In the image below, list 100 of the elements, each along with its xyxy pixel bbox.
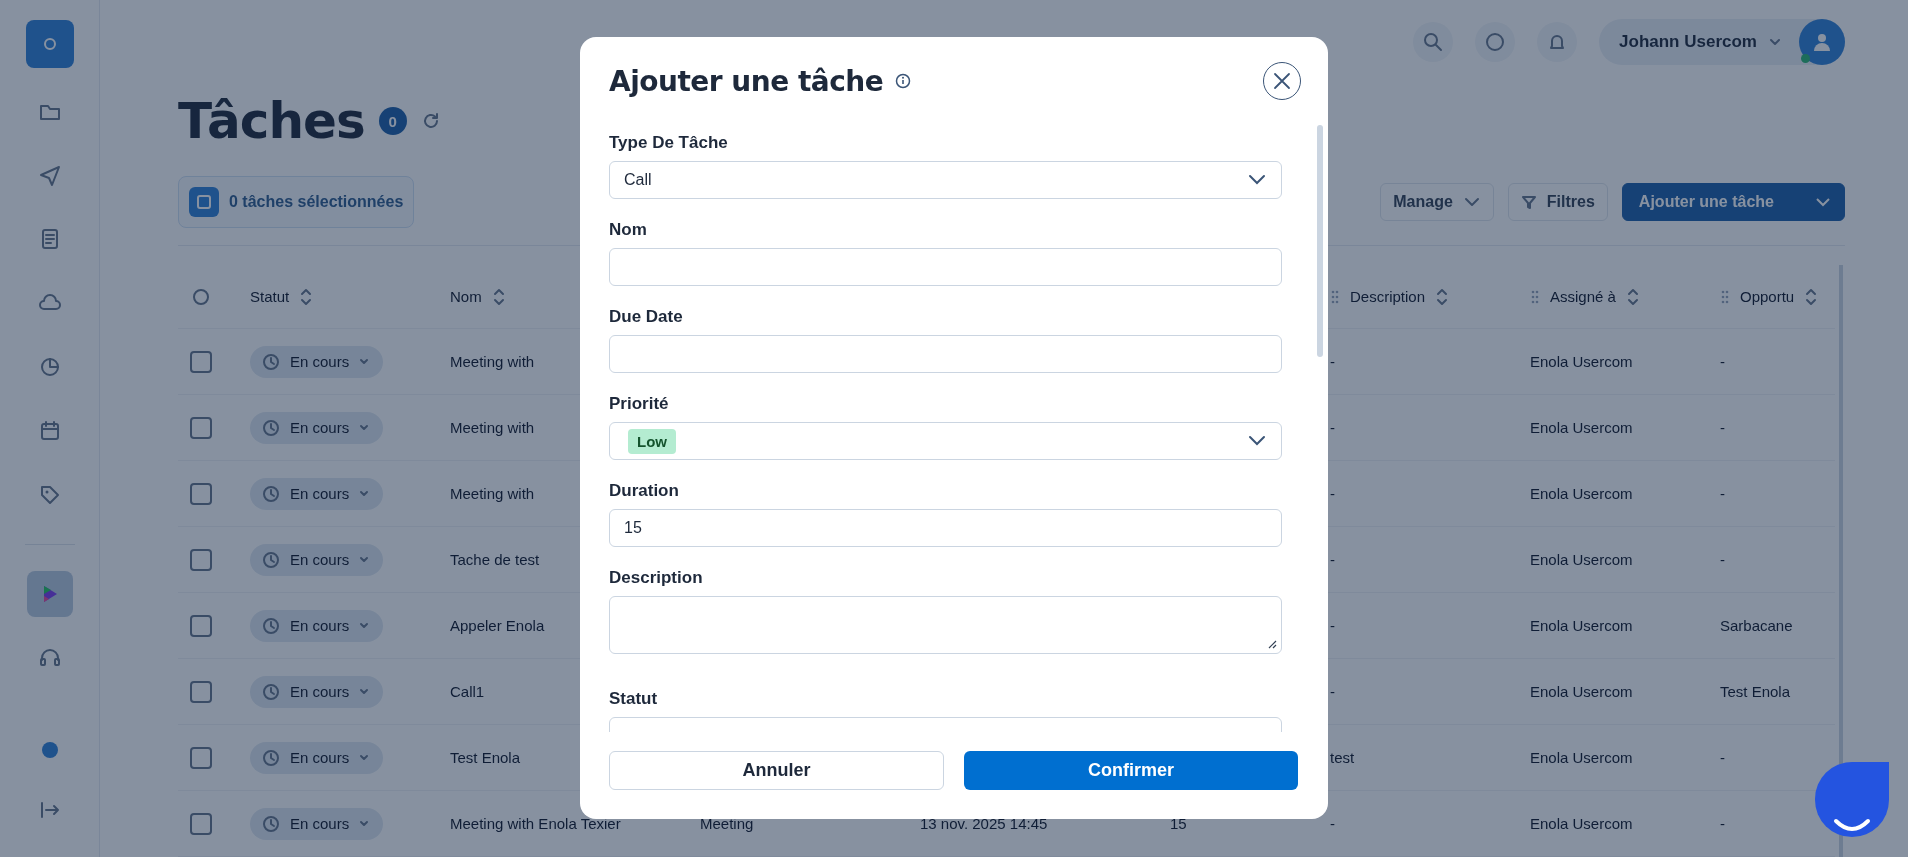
input-field[interactable] (609, 335, 1282, 373)
selection-button[interactable]: 0 tâches sélectionnées (178, 175, 415, 228)
table-cell: Enola Usercom (1530, 815, 1633, 832)
field-label: Type De Tâche (609, 133, 729, 153)
status-dropdown[interactable]: En cours (250, 609, 384, 642)
table-cell: Test Enola (1720, 683, 1791, 700)
select-all-icon (192, 287, 210, 306)
table-cell: - (1330, 683, 1335, 700)
table-cell: Appeler Enola (450, 617, 545, 634)
filter-icon (1520, 193, 1537, 210)
table-cell: Meeting with (450, 485, 535, 502)
close-icon (1273, 72, 1291, 90)
row-checkbox[interactable] (190, 614, 212, 637)
column-header: Opportu (1740, 288, 1795, 305)
row-checkbox[interactable] (190, 416, 212, 439)
status-dropdown[interactable]: En cours (250, 675, 384, 708)
clock-icon (262, 418, 280, 437)
table-cell: Meeting with (450, 419, 535, 436)
clock-icon (262, 748, 280, 767)
caret-icon (359, 818, 370, 829)
table-cell: - (1720, 815, 1725, 832)
caret-icon (359, 356, 370, 367)
table-cell: - (1330, 815, 1335, 832)
table-cell: Meeting (700, 815, 754, 832)
table-cell: Enola Usercom (1530, 683, 1633, 700)
field-label: Due Date (609, 307, 684, 327)
add-task-button[interactable]: Ajouter une tâche (1621, 182, 1845, 221)
table-cell: - (1330, 485, 1335, 502)
table-cell: - (1330, 617, 1335, 634)
field-label: Statut (609, 689, 659, 709)
status-dropdown[interactable]: En cours (250, 741, 384, 774)
table-cell: Enola Usercom (1530, 749, 1633, 766)
cancel-button[interactable]: Annuler (609, 751, 944, 790)
page-title: Tâches (178, 92, 365, 151)
field-label: Priorité (609, 394, 670, 414)
table-cell: Test Enola (450, 749, 521, 766)
sort-icon (299, 286, 314, 307)
resize-handle-icon (1267, 639, 1277, 649)
table-cell: - (1720, 749, 1725, 766)
table-cell: test (1330, 749, 1355, 766)
table-cell: - (1330, 353, 1335, 370)
clock-icon (262, 682, 280, 701)
status-dropdown[interactable]: En cours (250, 543, 384, 576)
column-header-cell[interactable]: Statut (250, 265, 450, 329)
user-menu[interactable]: Johann Usercom (1599, 18, 1845, 65)
confirm-button[interactable]: Confirmer (964, 751, 1298, 790)
row-checkbox[interactable] (190, 350, 212, 373)
table-cell: Tache de test (450, 551, 540, 568)
priority-tag: Low (628, 428, 676, 454)
table-cell: Enola Usercom (1530, 617, 1633, 634)
caret-icon (359, 422, 370, 433)
sort-icon (1804, 286, 1819, 307)
manage-dropdown[interactable]: Manage (1380, 182, 1494, 221)
status-dropdown[interactable]: En cours (250, 345, 384, 378)
sidebar-button[interactable] (26, 571, 73, 617)
clock-icon (262, 814, 280, 833)
row-checkbox[interactable] (190, 680, 212, 703)
column-header-cell[interactable]: Assigné à (1530, 265, 1720, 329)
table-cell: Call1 (450, 683, 485, 700)
table-cell: - (1720, 353, 1725, 370)
column-header: Description (1350, 288, 1426, 305)
row-checkbox[interactable] (190, 548, 212, 571)
status-dropdown[interactable]: En cours (250, 477, 384, 510)
table-cell: 13 nov. 2025 14:45 (920, 815, 1048, 832)
sort-icon (491, 286, 506, 307)
sort-icon (1625, 286, 1640, 307)
table-cell: - (1720, 419, 1725, 436)
table-cell: - (1720, 485, 1725, 502)
column-header: Assigné à (1550, 288, 1616, 305)
count-badge: 0 (378, 107, 407, 136)
caret-icon (359, 620, 370, 631)
table-cell: Meeting with Enola Texier (450, 815, 621, 832)
row-checkbox[interactable] (190, 812, 212, 835)
close-button[interactable] (1263, 62, 1301, 100)
text-area[interactable] (609, 596, 1282, 654)
table-cell: Enola Usercom (1530, 419, 1633, 436)
status-dropdown[interactable]: En cours (250, 807, 384, 840)
clock-icon (262, 352, 280, 371)
caret-icon (359, 554, 370, 565)
column-header-cell[interactable]: Description (1330, 265, 1530, 329)
select-field[interactable]: Low (609, 422, 1282, 460)
info-icon (895, 73, 912, 89)
input-field[interactable]: 15 (609, 509, 1282, 547)
row-checkbox[interactable] (190, 482, 212, 505)
clock-icon (262, 550, 280, 569)
filter-button[interactable]: Filtres (1507, 182, 1608, 221)
scrollbar[interactable] (1317, 125, 1323, 357)
send-icon (37, 163, 62, 187)
field-label: Nom (609, 220, 648, 240)
caret-icon (359, 686, 370, 697)
status-dropdown[interactable]: En cours (250, 411, 384, 444)
table-cell: Meeting with (450, 353, 535, 370)
column-header: Statut (250, 288, 290, 305)
table-cell: 15 (1170, 815, 1187, 832)
row-checkbox[interactable] (190, 746, 212, 769)
sort-icon (1435, 286, 1450, 307)
table-cell: Sarbacane (1720, 617, 1793, 634)
column-header-cell[interactable]: Opportu (1720, 265, 1835, 329)
select-field[interactable]: Call (609, 161, 1282, 199)
input-field[interactable] (609, 248, 1282, 286)
